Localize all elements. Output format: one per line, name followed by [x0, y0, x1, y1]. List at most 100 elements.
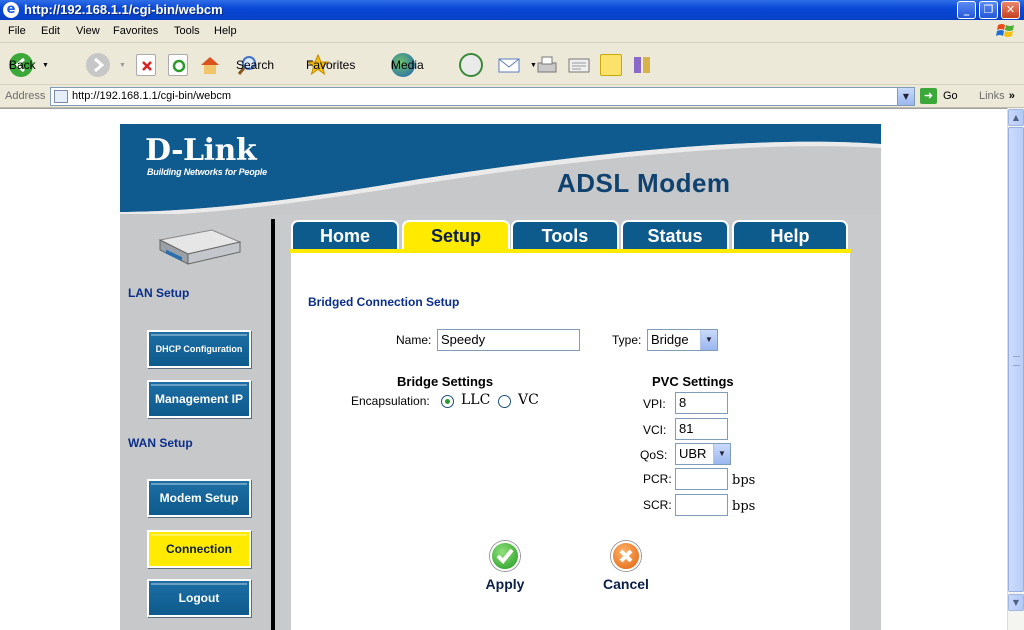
apply-button[interactable]: Apply: [465, 541, 545, 601]
address-input[interactable]: http://192.168.1.1/cgi-bin/webcm ▼: [50, 87, 915, 106]
search-label: Search: [236, 58, 275, 72]
vpi-label: VPI:: [643, 397, 666, 411]
menu-edit[interactable]: Edit: [41, 25, 60, 37]
pvc-settings-heading: PVC Settings: [652, 374, 734, 389]
address-url: http://192.168.1.1/cgi-bin/webcm: [72, 90, 231, 102]
title-bar: e http://192.168.1.1/cgi-bin/webcm _ ❐ ✕: [0, 0, 1024, 20]
tab-help[interactable]: Help: [732, 220, 848, 249]
router-image: [158, 229, 242, 265]
menu-view[interactable]: View: [76, 25, 100, 37]
vci-input[interactable]: 81: [675, 418, 728, 440]
go-arrow-icon: ➜: [920, 88, 937, 104]
cancel-button[interactable]: Cancel: [586, 541, 666, 601]
address-label: Address: [5, 90, 46, 102]
mail-button[interactable]: ▼: [497, 51, 537, 79]
minimize-button[interactable]: _: [957, 1, 976, 19]
lan-setup-heading: LAN Setup: [128, 286, 190, 300]
tab-setup[interactable]: Setup: [402, 220, 510, 249]
scr-input[interactable]: [675, 494, 728, 516]
history-button[interactable]: [459, 51, 487, 79]
favorites-button[interactable]: Favorites: [306, 51, 355, 79]
cancel-x-icon: [611, 541, 641, 571]
forward-button[interactable]: ▼: [86, 51, 126, 79]
note-icon: [600, 54, 622, 76]
stop-button[interactable]: [136, 51, 160, 79]
bridge-settings-heading: Bridge Settings: [397, 374, 494, 389]
type-select-value: Bridge: [651, 332, 689, 347]
menu-help[interactable]: Help: [214, 25, 237, 37]
address-dropdown-icon[interactable]: ▼: [897, 88, 914, 105]
scroll-thumb[interactable]: [1008, 127, 1024, 592]
brand-name: D-Link: [145, 133, 257, 168]
sidebar-divider: [271, 219, 275, 630]
tab-home[interactable]: Home: [291, 220, 399, 249]
llc-radio[interactable]: [441, 395, 454, 408]
menu-bar: File Edit View Favorites Tools Help: [0, 20, 1024, 43]
name-label: Name:: [396, 333, 432, 347]
pcr-unit: bps: [732, 473, 756, 488]
edit-button[interactable]: [567, 51, 595, 79]
close-button[interactable]: ✕: [1001, 1, 1020, 19]
scroll-down-arrow-icon[interactable]: ▼: [1008, 594, 1024, 611]
browser-toolbar: Back ▼ ▼ Search Favorites Media ▼: [0, 44, 1024, 85]
dlink-page: D-Link Building Networks for People ADSL…: [120, 124, 881, 630]
windows-logo-icon: [996, 24, 1014, 37]
stop-icon: [136, 54, 156, 76]
pcr-input[interactable]: [675, 468, 728, 490]
modem-setup-button[interactable]: Modem Setup: [147, 479, 251, 517]
mail-icon: [497, 53, 521, 77]
chevron-icon: »: [1008, 90, 1015, 102]
scr-unit: bps: [732, 499, 756, 514]
browser-viewport: D-Link Building Networks for People ADSL…: [0, 108, 1007, 630]
home-button[interactable]: [198, 51, 226, 79]
type-label: Type:: [612, 333, 642, 347]
restore-button[interactable]: ❐: [979, 1, 998, 19]
chevron-down-icon: ▼: [713, 444, 730, 464]
forward-dropdown-icon[interactable]: ▼: [119, 62, 126, 69]
links-button[interactable]: Links»: [979, 90, 1015, 102]
back-button[interactable]: Back ▼: [9, 51, 49, 79]
chevron-down-icon: ▼: [700, 330, 717, 350]
vc-label: VC: [518, 392, 539, 408]
management-ip-button[interactable]: Management IP: [147, 380, 251, 418]
favorites-label: Favorites: [306, 58, 356, 72]
discuss-button[interactable]: [600, 51, 626, 79]
dhcp-configuration-button[interactable]: DHCP Configuration: [147, 330, 251, 368]
go-label: Go: [943, 90, 958, 102]
address-bar: Address http://192.168.1.1/cgi-bin/webcm…: [0, 86, 1024, 108]
wan-setup-heading: WAN Setup: [128, 436, 193, 450]
edit-icon: [567, 53, 591, 77]
messenger-button[interactable]: [631, 51, 659, 79]
media-button[interactable]: Media: [391, 51, 424, 79]
logout-button[interactable]: Logout: [147, 579, 251, 617]
page-icon: [54, 90, 68, 103]
back-label: Back: [9, 58, 36, 72]
checkmark-icon: [490, 541, 520, 571]
connection-button[interactable]: Connection: [147, 530, 251, 568]
product-title: ADSL Modem: [557, 168, 731, 198]
refresh-button[interactable]: [168, 51, 192, 79]
cancel-label: Cancel: [603, 576, 649, 592]
scroll-up-arrow-icon[interactable]: ▲: [1008, 109, 1024, 126]
tab-status[interactable]: Status: [621, 220, 729, 249]
menu-favorites[interactable]: Favorites: [113, 25, 158, 37]
left-sidebar: LAN Setup DHCP Configuration Management …: [120, 214, 275, 630]
menu-tools[interactable]: Tools: [174, 25, 200, 37]
qos-select[interactable]: UBR ▼: [675, 443, 731, 465]
go-button[interactable]: ➜ Go: [920, 88, 958, 104]
name-input[interactable]: Speedy: [437, 329, 580, 351]
links-label: Links: [979, 90, 1005, 102]
content-panel: Bridged Connection Setup Name: Speedy Ty…: [291, 253, 850, 630]
forward-arrow-icon: [86, 53, 110, 77]
vpi-input[interactable]: 8: [675, 392, 728, 414]
page-header: D-Link Building Networks for People ADSL…: [120, 124, 881, 214]
search-button[interactable]: Search: [236, 51, 274, 79]
tab-tools[interactable]: Tools: [511, 220, 619, 249]
type-select[interactable]: Bridge ▼: [647, 329, 718, 351]
menu-file[interactable]: File: [8, 25, 26, 37]
print-button[interactable]: [535, 51, 563, 79]
vertical-scrollbar[interactable]: ▲ ▼: [1007, 108, 1024, 630]
print-icon: [535, 53, 559, 77]
back-dropdown-icon[interactable]: ▼: [42, 62, 49, 69]
vc-radio[interactable]: [498, 395, 511, 408]
